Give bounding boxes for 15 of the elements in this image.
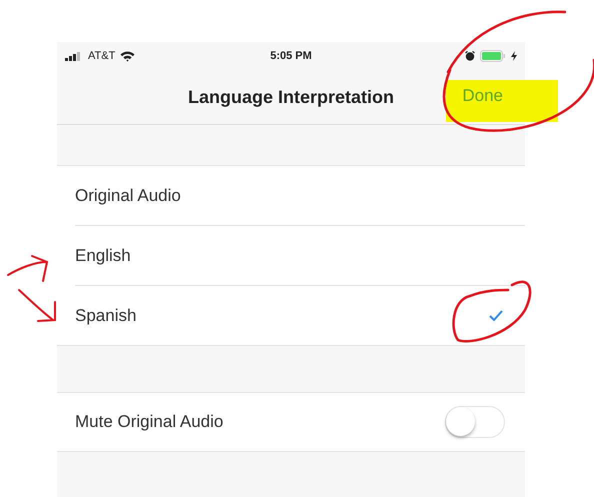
screen-title: Language Interpretation: [188, 86, 394, 108]
annotation-arrow: [18, 289, 56, 322]
language-option[interactable]: Spanish: [75, 286, 525, 345]
language-option[interactable]: English: [75, 226, 525, 286]
mute-label: Mute Original Audio: [75, 412, 224, 432]
signal-icon: [65, 52, 83, 60]
checkmark-icon: [489, 310, 503, 321]
status-time: 5:05 PM: [270, 50, 312, 62]
annotation-arrow: [7, 255, 48, 282]
battery-icon: [480, 50, 506, 62]
mute-toggle[interactable]: [445, 406, 505, 438]
language-option[interactable]: Original Audio: [75, 166, 525, 226]
carrier-name: AT&T: [88, 50, 116, 62]
wifi-icon: [120, 50, 136, 62]
alarm-icon: [465, 51, 475, 61]
